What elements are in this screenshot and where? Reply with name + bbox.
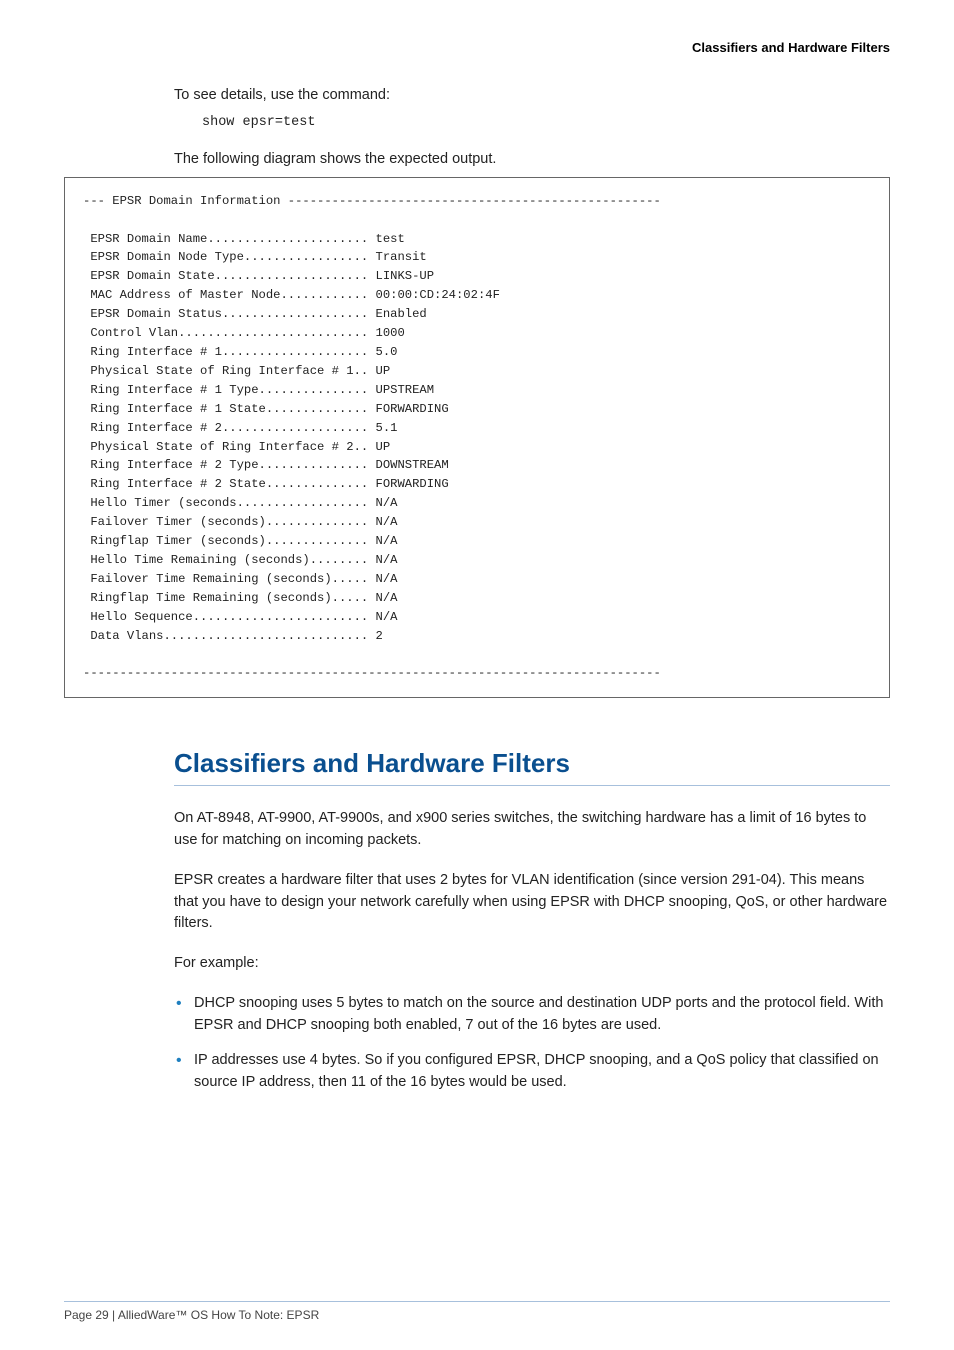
section-body: On AT-8948, AT-9900, AT-9900s, and x900 …: [174, 808, 890, 1094]
footer-text: Page 29 | AlliedWare™ OS How To Note: EP…: [64, 1308, 890, 1322]
footer-rule: [64, 1301, 890, 1302]
intro-line-1: To see details, use the command:: [174, 85, 890, 107]
section-title: Classifiers and Hardware Filters: [174, 748, 890, 781]
intro-line-2: The following diagram shows the expected…: [174, 149, 890, 171]
code-output-box: --- EPSR Domain Information ------------…: [64, 177, 890, 699]
section-paragraph-1: On AT-8948, AT-9900, AT-9900s, and x900 …: [174, 808, 890, 852]
section-paragraph-2: EPSR creates a hardware filter that uses…: [174, 870, 890, 935]
page-footer: Page 29 | AlliedWare™ OS How To Note: EP…: [64, 1301, 890, 1322]
bullet-item: DHCP snooping uses 5 bytes to match on t…: [174, 993, 890, 1037]
bullet-list: DHCP snooping uses 5 bytes to match on t…: [174, 993, 890, 1094]
page: Classifiers and Hardware Filters To see …: [0, 0, 954, 1350]
command-text: show epsr=test: [202, 113, 890, 133]
section-paragraph-3: For example:: [174, 953, 890, 975]
intro-block: To see details, use the command: show ep…: [174, 85, 890, 171]
header-title-right: Classifiers and Hardware Filters: [64, 40, 890, 55]
bullet-item: IP addresses use 4 bytes. So if you conf…: [174, 1050, 890, 1094]
title-underline: [174, 785, 890, 786]
